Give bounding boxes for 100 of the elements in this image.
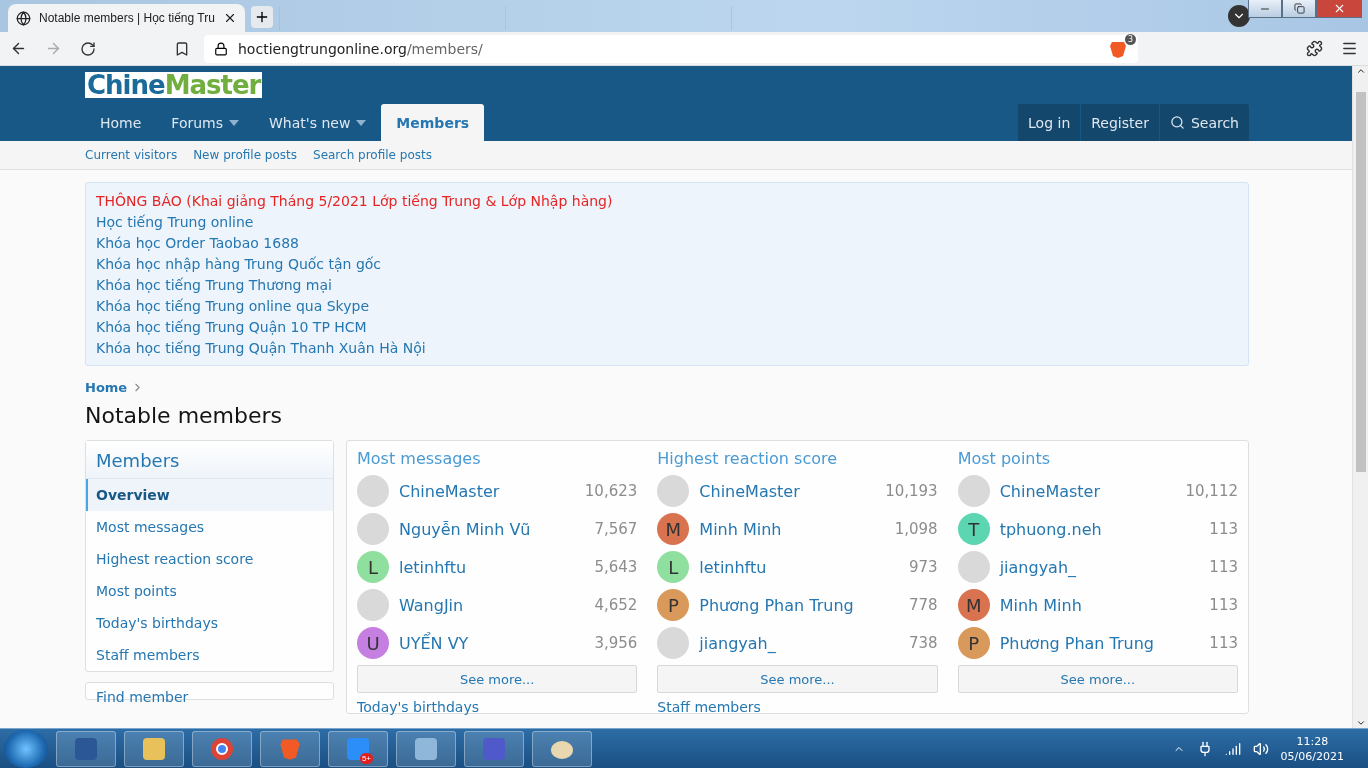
taskbar-app[interactable] [396, 730, 456, 767]
letter-avatar[interactable]: L [657, 551, 690, 583]
member-name[interactable]: ChineMaster [699, 481, 876, 501]
subnav-link[interactable]: Current visitors [85, 148, 178, 162]
member-name[interactable]: jiangyah_ [999, 557, 1200, 577]
member-count: 10,112 [1185, 482, 1238, 500]
scroll-up-icon[interactable] [1355, 66, 1366, 76]
sidebar-item[interactable]: Today's birthdays [86, 607, 333, 639]
scroll-down-icon[interactable] [1355, 718, 1366, 728]
list-title: Most messages [357, 449, 482, 468]
list-title: Most points [957, 449, 1052, 468]
nav-tab[interactable]: Forums [156, 104, 255, 141]
member-count: 113 [1209, 520, 1238, 538]
member-name[interactable]: ChineMaster [999, 481, 1176, 501]
letter-avatar[interactable]: P [657, 589, 690, 621]
sidebar-item[interactable]: Most points [86, 575, 333, 607]
signal-icon[interactable] [1224, 740, 1241, 757]
extensions-button[interactable] [1306, 40, 1323, 57]
back-button[interactable] [10, 40, 27, 57]
member-name[interactable]: Phương Phan Trung [699, 595, 899, 615]
member-name[interactable]: jiangyah_ [699, 633, 899, 653]
bookmark-button[interactable] [174, 40, 190, 57]
letter-avatar[interactable]: L [357, 551, 389, 583]
minimize-button[interactable] [1248, 0, 1282, 18]
see-more-button[interactable]: See more... [957, 665, 1238, 693]
restore-icon [1293, 3, 1305, 14]
forward-button[interactable] [45, 40, 62, 57]
taskbar-app[interactable]: 5+ [328, 730, 388, 767]
scrollbar-thumb[interactable] [1355, 92, 1366, 472]
member-count: 113 [1209, 634, 1238, 652]
letter-avatar[interactable]: M [957, 589, 990, 621]
start-button[interactable] [4, 729, 48, 768]
speaker-icon[interactable] [1252, 740, 1269, 757]
tab-title: Notable members | Học tiếng Tru [39, 11, 215, 25]
subnav-link[interactable]: New profile posts [193, 148, 297, 162]
member-name[interactable]: ChineMaster [399, 481, 575, 501]
letter-avatar[interactable]: M [657, 513, 690, 545]
notice-link[interactable]: Khóa học tiếng Trung online qua Skype [96, 298, 369, 315]
subnav-link[interactable]: Search profile posts [313, 148, 432, 162]
taskbar-app[interactable] [192, 730, 252, 767]
taskbar-app[interactable] [260, 730, 320, 767]
member-count: 113 [1209, 558, 1238, 576]
taskbar-app[interactable] [56, 730, 116, 767]
member-name[interactable]: Minh Minh [999, 595, 1200, 615]
shield-count: 3 [1124, 33, 1136, 45]
notice-link[interactable]: Khóa học nhập hàng Trung Quốc tận gốc [96, 256, 382, 273]
see-more-button[interactable]: See more... [657, 665, 938, 693]
member-count: 10,623 [584, 482, 638, 500]
notice-link[interactable]: THÔNG BÁO (Khai giảng Tháng 5/2021 Lớp tiếng Trung & Lớp Nhập hàng) [96, 193, 613, 210]
restore-button[interactable] [1282, 0, 1316, 18]
nav-tab[interactable]: Home [85, 104, 157, 141]
reload-button[interactable] [80, 40, 96, 57]
member-count: 973 [909, 558, 938, 576]
browser-tab[interactable]: Notable members | Học tiếng Tru [8, 4, 245, 32]
notice-link[interactable]: Khóa học Order Taobao 1688 [96, 235, 299, 252]
see-more-button[interactable]: See more... [357, 665, 638, 693]
member-name[interactable]: WangJin [399, 595, 585, 615]
page-title: Notable members [85, 403, 284, 428]
taskbar-app[interactable] [532, 730, 592, 767]
member-count: 7,567 [594, 520, 638, 538]
member-name[interactable]: Nguyễn Minh Vũ [399, 519, 585, 539]
sidebar-item[interactable]: Staff members [86, 639, 333, 671]
member-name[interactable]: tphuong.neh [999, 519, 1200, 539]
nav-tab[interactable]: What's new [254, 104, 382, 141]
letter-avatar[interactable]: U [357, 627, 389, 659]
sidebar-item[interactable]: Most messages [86, 511, 333, 543]
letter-avatar[interactable]: T [957, 513, 990, 545]
search-icon [1169, 115, 1185, 130]
member-count: 1,098 [894, 520, 938, 538]
taskbar-app[interactable] [464, 730, 524, 767]
clock[interactable]: 11:28 05/06/2021 [1280, 733, 1344, 764]
taskbar-app[interactable] [124, 730, 184, 767]
site-logo[interactable]: ChineMaster [85, 72, 263, 98]
menu-button[interactable] [1341, 40, 1358, 57]
breadcrumb-link[interactable]: Home [85, 380, 128, 395]
member-name[interactable]: Phương Phan Trung [999, 633, 1200, 653]
notice-link[interactable]: Khóa học tiếng Trung Quận 10 TP HCM [96, 319, 367, 336]
nav-tab[interactable]: Members [381, 104, 485, 141]
tab-search-button[interactable] [1228, 5, 1250, 27]
list-title: Staff members [657, 699, 762, 713]
caret-icon [229, 119, 240, 126]
notice-link[interactable]: Khóa học tiếng Trung Quận Thanh Xuân Hà Nội [96, 340, 426, 357]
address-bar[interactable]: hoctiengtrungonline.org/members/ 3 [204, 34, 1138, 63]
caret-icon [356, 119, 367, 126]
member-name[interactable]: UYỂN VY [399, 633, 585, 653]
close-window-button[interactable] [1316, 0, 1362, 18]
list-title: Highest reaction score [657, 449, 839, 468]
sidebar-item[interactable]: Highest reaction score [86, 543, 333, 575]
member-name[interactable]: letinhftu [699, 557, 899, 577]
member-name[interactable]: Minh Minh [699, 519, 885, 539]
new-tab-button[interactable] [250, 6, 273, 28]
sidebar-title: Members [86, 441, 333, 479]
member-count: 4,652 [594, 596, 638, 614]
letter-avatar[interactable]: P [957, 627, 990, 659]
member-count: 738 [909, 634, 938, 652]
list-title: Today's birthdays [357, 699, 481, 713]
member-name[interactable]: letinhftu [399, 557, 585, 577]
sidebar-item[interactable]: Overview [86, 479, 333, 511]
notice-link[interactable]: Khóa học tiếng Trung Thương mại [96, 277, 332, 294]
notice-link[interactable]: Học tiếng Trung online [96, 214, 254, 231]
